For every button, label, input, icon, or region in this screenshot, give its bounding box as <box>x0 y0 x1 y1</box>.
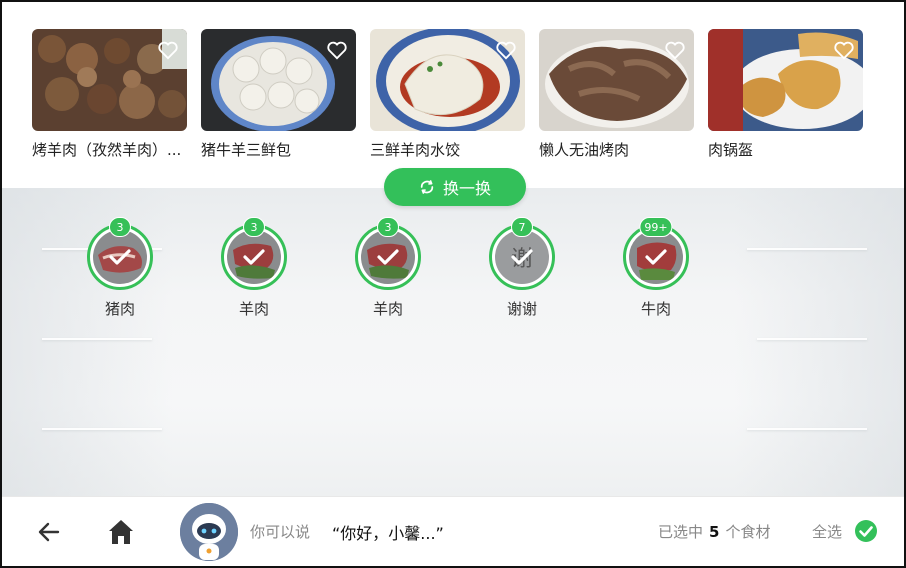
count-badge: 3 <box>109 217 131 237</box>
recipe-card[interactable]: 懒人无油烤肉 <box>539 29 694 160</box>
favorite-icon[interactable] <box>493 37 519 63</box>
recipe-name[interactable]: 懒人无油烤肉 <box>539 139 699 160</box>
check-icon <box>227 230 281 284</box>
count-badge: 7 <box>511 217 533 237</box>
recipe-name[interactable]: 猪牛羊三鲜包 <box>201 139 361 160</box>
recipe-card[interactable]: 猪牛羊三鲜包 <box>201 29 356 160</box>
recipe-image[interactable] <box>539 29 694 131</box>
favorite-icon[interactable] <box>662 37 688 63</box>
count-badge: 3 <box>377 217 399 237</box>
ingredient-label: 猪肉 <box>104 300 135 318</box>
home-icon[interactable] <box>106 517 136 547</box>
refresh-icon <box>420 180 434 194</box>
ingredient-circle[interactable]: 3 <box>355 217 421 290</box>
voice-hint-quote: “你好，小馨...” <box>332 524 444 543</box>
recipe-image[interactable] <box>708 29 863 131</box>
check-icon <box>93 230 147 284</box>
ingredient-item[interactable]: 3 羊肉 <box>353 217 423 319</box>
ingredient-circle[interactable]: 3 <box>221 217 287 290</box>
ingredient-label: 牛肉 <box>640 300 671 318</box>
recipe-name[interactable]: 烤羊肉（孜然羊肉）... <box>32 139 192 160</box>
recipe-card[interactable]: 三鲜羊肉水饺 <box>370 29 525 160</box>
check-icon <box>361 230 415 284</box>
check-icon <box>629 230 683 284</box>
selected-count: 5 <box>709 523 720 541</box>
ingredient-circle[interactable]: 99+ <box>623 217 689 290</box>
ingredient-circle[interactable]: 谢 7 <box>489 217 555 290</box>
selected-prefix: 已选中 <box>658 523 704 541</box>
recipe-name[interactable]: 三鲜羊肉水饺 <box>370 139 530 160</box>
refresh-label: 换一换 <box>442 179 491 198</box>
favorite-icon[interactable] <box>324 37 350 63</box>
recipe-card[interactable]: 肉锅盔 <box>708 29 863 160</box>
selected-suffix: 个食材 <box>725 523 771 541</box>
ingredient-item[interactable]: 3 猪肉 <box>85 217 155 319</box>
favorite-icon[interactable] <box>155 37 181 63</box>
assistant-avatar[interactable] <box>180 503 238 561</box>
recipe-image[interactable] <box>32 29 187 131</box>
ingredient-circle[interactable]: 3 <box>87 217 153 290</box>
count-badge: 3 <box>243 217 265 237</box>
select-all-label[interactable]: 全选 <box>812 521 842 542</box>
select-all-check-icon[interactable] <box>854 519 878 543</box>
recipe-image[interactable] <box>370 29 525 131</box>
selected-count-info: 已选中 5 个食材 <box>658 521 770 542</box>
app-screen: 烤羊肉（孜然羊肉）... 猪牛羊三鲜包 三鲜羊肉水饺 懒人无油烤肉 肉锅盔 换一… <box>0 0 906 568</box>
ingredient-label: 羊肉 <box>238 300 269 318</box>
ingredient-item[interactable]: 谢 7 谢谢 <box>487 217 557 319</box>
favorite-icon[interactable] <box>831 37 857 63</box>
check-icon <box>495 230 549 284</box>
refresh-button[interactable]: 换一换 <box>384 168 526 206</box>
ingredient-item[interactable]: 99+ 牛肉 <box>621 217 691 319</box>
bottom-bar: 你可以说 “你好，小馨...” 已选中 5 个食材 全选 <box>2 496 904 566</box>
back-icon[interactable] <box>36 519 62 545</box>
recipe-name[interactable]: 肉锅盔 <box>708 139 868 160</box>
recipe-card[interactable]: 烤羊肉（孜然羊肉）... <box>32 29 187 160</box>
ingredient-item[interactable]: 3 羊肉 <box>219 217 289 319</box>
recipe-image[interactable] <box>201 29 356 131</box>
ingredient-label: 羊肉 <box>372 300 403 318</box>
ingredient-label: 谢谢 <box>506 300 537 318</box>
recipe-strip: 烤羊肉（孜然羊肉）... 猪牛羊三鲜包 三鲜羊肉水饺 懒人无油烤肉 肉锅盔 <box>2 2 904 188</box>
voice-hint-prefix: 你可以说 <box>250 523 311 541</box>
count-badge: 99+ <box>639 217 673 237</box>
